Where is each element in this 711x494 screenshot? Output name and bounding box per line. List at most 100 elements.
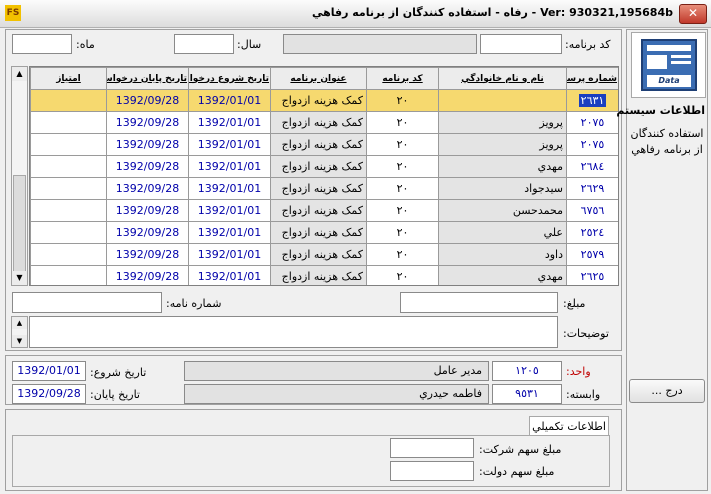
cell-start[interactable]: 1392/01/01 [188,265,271,285]
cell-score[interactable] [30,133,107,156]
close-button[interactable]: ✕ [679,4,707,24]
cell-title[interactable]: كمک هزينه ازدواج [270,221,367,244]
cell-id[interactable]: ٢٦٢٩ [566,177,618,200]
cell-start[interactable]: 1392/01/01 [188,199,271,222]
cell-score[interactable] [30,111,107,134]
table-row[interactable]: ٢٦٢٩ سيدجواد ٢٠ كمک هزينه ازدواج 1392/01/01 1… [30,177,618,200]
table-row[interactable]: ٢٠٧٥ پرويز ٢٠ كمک هزينه ازدواج 1392/01/01 139… [30,111,618,134]
gov-share-input[interactable] [390,461,474,481]
start-date-input[interactable]: 1392/01/01 [12,361,86,381]
cell-id[interactable]: ٢٦٢٥ [566,265,618,285]
cell-title[interactable]: كمک هزينه ازدواج [270,177,367,200]
cell-score[interactable] [30,221,107,244]
cell-name[interactable]: علي [438,221,567,244]
col-header-score[interactable]: امتياز [30,67,107,90]
table-row[interactable]: ٢٦٢٥ مهدي ٢٠ كمک هزينه ازدواج 1392/01/01 1392… [30,265,618,285]
cell-name[interactable]: مهدي [438,155,567,178]
amount-input[interactable] [400,292,558,313]
cell-id[interactable]: ٦٧٥٦ [566,199,618,222]
cell-code[interactable]: ٢٠ [366,177,439,200]
end-date-input[interactable]: 1392/09/28 [12,384,86,404]
cell-name[interactable]: پرويز [438,111,567,134]
cell-end[interactable]: 1392/09/28 [106,243,189,266]
table-row[interactable]: ٢٥٢٤ علي ٢٠ كمک هزينه ازدواج 1392/01/01 1392/… [30,221,618,244]
cell-code[interactable]: ٢٠ [366,133,439,156]
col-header-title[interactable]: عنوان برنامه [270,67,367,90]
cell-title[interactable]: كمک هزينه ازدواج [270,133,367,156]
desc-scroll-down-icon[interactable]: ▼ [12,335,27,347]
cell-name[interactable]: داود [438,243,567,266]
cell-start[interactable]: 1392/01/01 [188,243,271,266]
cell-title[interactable]: كمک هزينه ازدواج [270,265,367,285]
cell-id[interactable]: ٢٦٨٤ [566,155,618,178]
col-header-name[interactable]: نام و نام خانوادگي [438,67,567,90]
table-row[interactable]: ٢٦٣١ ٢٠ كمک هزينه ازدواج 1392/01/01 1392/09/… [30,89,618,112]
program-code-input[interactable] [480,34,562,54]
cell-start[interactable]: 1392/01/01 [188,177,271,200]
description-scrollbar[interactable]: ▲ ▼ [11,316,28,348]
company-share-input[interactable] [390,438,474,458]
cell-name[interactable]: محمدحسن [438,199,567,222]
description-textarea[interactable] [29,316,558,348]
cell-code[interactable]: ٢٠ [366,155,439,178]
cell-end[interactable]: 1392/09/28 [106,199,189,222]
cell-end[interactable]: 1392/09/28 [106,265,189,285]
cell-end[interactable]: 1392/09/28 [106,221,189,244]
scroll-thumb[interactable] [13,175,26,275]
cell-name[interactable]: سيدجواد [438,177,567,200]
cell-start[interactable]: 1392/01/01 [188,133,271,156]
dependent-code-input[interactable]: ٩٥٣١ [492,384,562,404]
cell-title[interactable]: كمک هزينه ازدواج [270,89,367,112]
cell-code[interactable]: ٢٠ [366,243,439,266]
cell-start[interactable]: 1392/01/01 [188,89,271,112]
cell-name[interactable]: پرويز [438,133,567,156]
cell-title[interactable]: كمک هزينه ازدواج [270,111,367,134]
unit-code-input[interactable]: ١٢٠٥ [492,361,562,381]
cell-score[interactable] [30,89,107,112]
cell-start[interactable]: 1392/01/01 [188,111,271,134]
col-header-end[interactable]: تاريخ پايان درخواست [106,67,189,90]
cell-title[interactable]: كمک هزينه ازدواج [270,155,367,178]
scroll-down-icon[interactable]: ▼ [12,271,27,285]
cell-end[interactable]: 1392/09/28 [106,177,189,200]
cell-name[interactable] [438,89,567,112]
cell-score[interactable] [30,243,107,266]
table-row[interactable]: ٦٧٥٦ محمدحسن ٢٠ كمک هزينه ازدواج 1392/01/01 1… [30,199,618,222]
cell-title[interactable]: كمک هزينه ازدواج [270,199,367,222]
cell-name[interactable]: مهدي [438,265,567,285]
cell-start[interactable]: 1392/01/01 [188,155,271,178]
grid-scrollbar[interactable]: ▲ ▼ [11,66,28,286]
cell-id[interactable]: ٢٥٧٩ [566,243,618,266]
cell-end[interactable]: 1392/09/28 [106,111,189,134]
cell-id[interactable]: ٢٠٧٥ [566,133,618,156]
cell-code[interactable]: ٢٠ [366,265,439,285]
cell-id[interactable]: ٢٦٣١ [566,89,618,112]
tab-extra-info[interactable]: اطلاعات تكميلي [529,416,609,436]
table-row[interactable]: ٢٥٧٩ داود ٢٠ كمک هزينه ازدواج 1392/01/01 1392… [30,243,618,266]
cell-title[interactable]: كمک هزينه ازدواج [270,243,367,266]
col-header-start[interactable]: تاريخ شروع درخواست [188,67,271,90]
table-row[interactable]: ٢٠٧٥ پرويز ٢٠ كمک هزينه ازدواج 1392/01/01 139… [30,133,618,156]
desc-scroll-up-icon[interactable]: ▲ [12,317,27,329]
year-input[interactable] [174,34,234,54]
cell-id[interactable]: ٢٥٢٤ [566,221,618,244]
cell-end[interactable]: 1392/09/28 [106,89,189,112]
cell-score[interactable] [30,155,107,178]
cell-score[interactable] [30,265,107,285]
cell-code[interactable]: ٢٠ [366,199,439,222]
col-header-id[interactable]: شماره پرسنلي [566,67,618,90]
cell-code[interactable]: ٢٠ [366,111,439,134]
table-row[interactable]: ٢٦٨٤ مهدي ٢٠ كمک هزينه ازدواج 1392/01/01 1392… [30,155,618,178]
cell-score[interactable] [30,199,107,222]
scroll-up-icon[interactable]: ▲ [12,67,27,81]
cell-end[interactable]: 1392/09/28 [106,133,189,156]
cell-start[interactable]: 1392/01/01 [188,221,271,244]
cell-id[interactable]: ٢٠٧٥ [566,111,618,134]
insert-button[interactable]: درج ... [629,379,705,403]
col-header-code[interactable]: کد برنامه [366,67,439,90]
cell-end[interactable]: 1392/09/28 [106,155,189,178]
letter-no-input[interactable] [12,292,162,313]
cell-score[interactable] [30,177,107,200]
cell-code[interactable]: ٢٠ [366,89,439,112]
cell-code[interactable]: ٢٠ [366,221,439,244]
